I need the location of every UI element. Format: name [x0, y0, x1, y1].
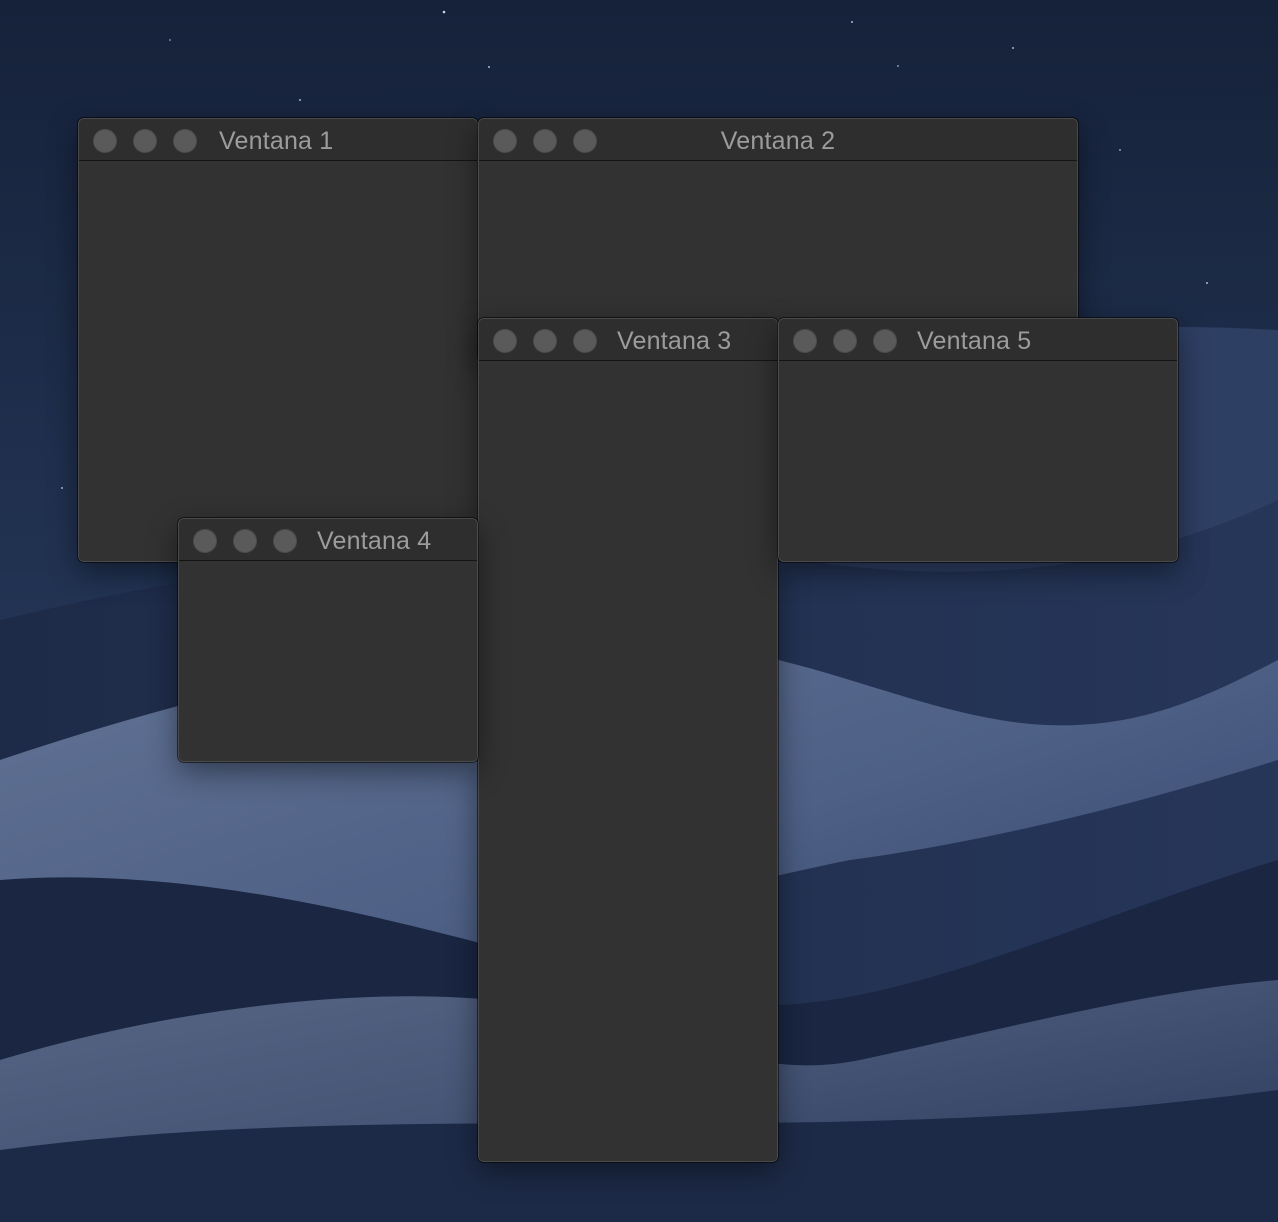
- window-title: Ventana 5: [917, 327, 1032, 355]
- close-button[interactable]: [193, 529, 217, 553]
- close-button[interactable]: [493, 329, 517, 353]
- zoom-button[interactable]: [273, 529, 297, 553]
- close-button[interactable]: [793, 329, 817, 353]
- titlebar[interactable]: Ventana 3: [479, 319, 777, 361]
- window-content: [179, 561, 477, 761]
- minimize-button[interactable]: [233, 529, 257, 553]
- titlebar[interactable]: Ventana 2: [479, 119, 1077, 161]
- window-ventana-3[interactable]: Ventana 3: [478, 318, 778, 1162]
- desktop: Ventana 1 Ventana 2 Ventana 3 Ventana 5: [0, 0, 1278, 1222]
- window-ventana-1[interactable]: Ventana 1: [78, 118, 478, 562]
- titlebar[interactable]: Ventana 4: [179, 519, 477, 561]
- window-title: Ventana 1: [219, 127, 334, 155]
- titlebar[interactable]: Ventana 1: [79, 119, 477, 161]
- minimize-button[interactable]: [533, 329, 557, 353]
- zoom-button[interactable]: [573, 329, 597, 353]
- window-content: [79, 161, 477, 561]
- zoom-button[interactable]: [873, 329, 897, 353]
- window-content: [779, 361, 1177, 561]
- window-ventana-5[interactable]: Ventana 5: [778, 318, 1178, 562]
- close-button[interactable]: [93, 129, 117, 153]
- window-title: Ventana 3: [617, 327, 732, 355]
- window-ventana-4[interactable]: Ventana 4: [178, 518, 478, 762]
- titlebar[interactable]: Ventana 5: [779, 319, 1177, 361]
- window-title: Ventana 4: [317, 527, 432, 555]
- minimize-button[interactable]: [833, 329, 857, 353]
- window-content: [479, 361, 777, 1161]
- window-title: Ventana 2: [720, 127, 836, 155]
- zoom-button[interactable]: [173, 129, 197, 153]
- minimize-button[interactable]: [133, 129, 157, 153]
